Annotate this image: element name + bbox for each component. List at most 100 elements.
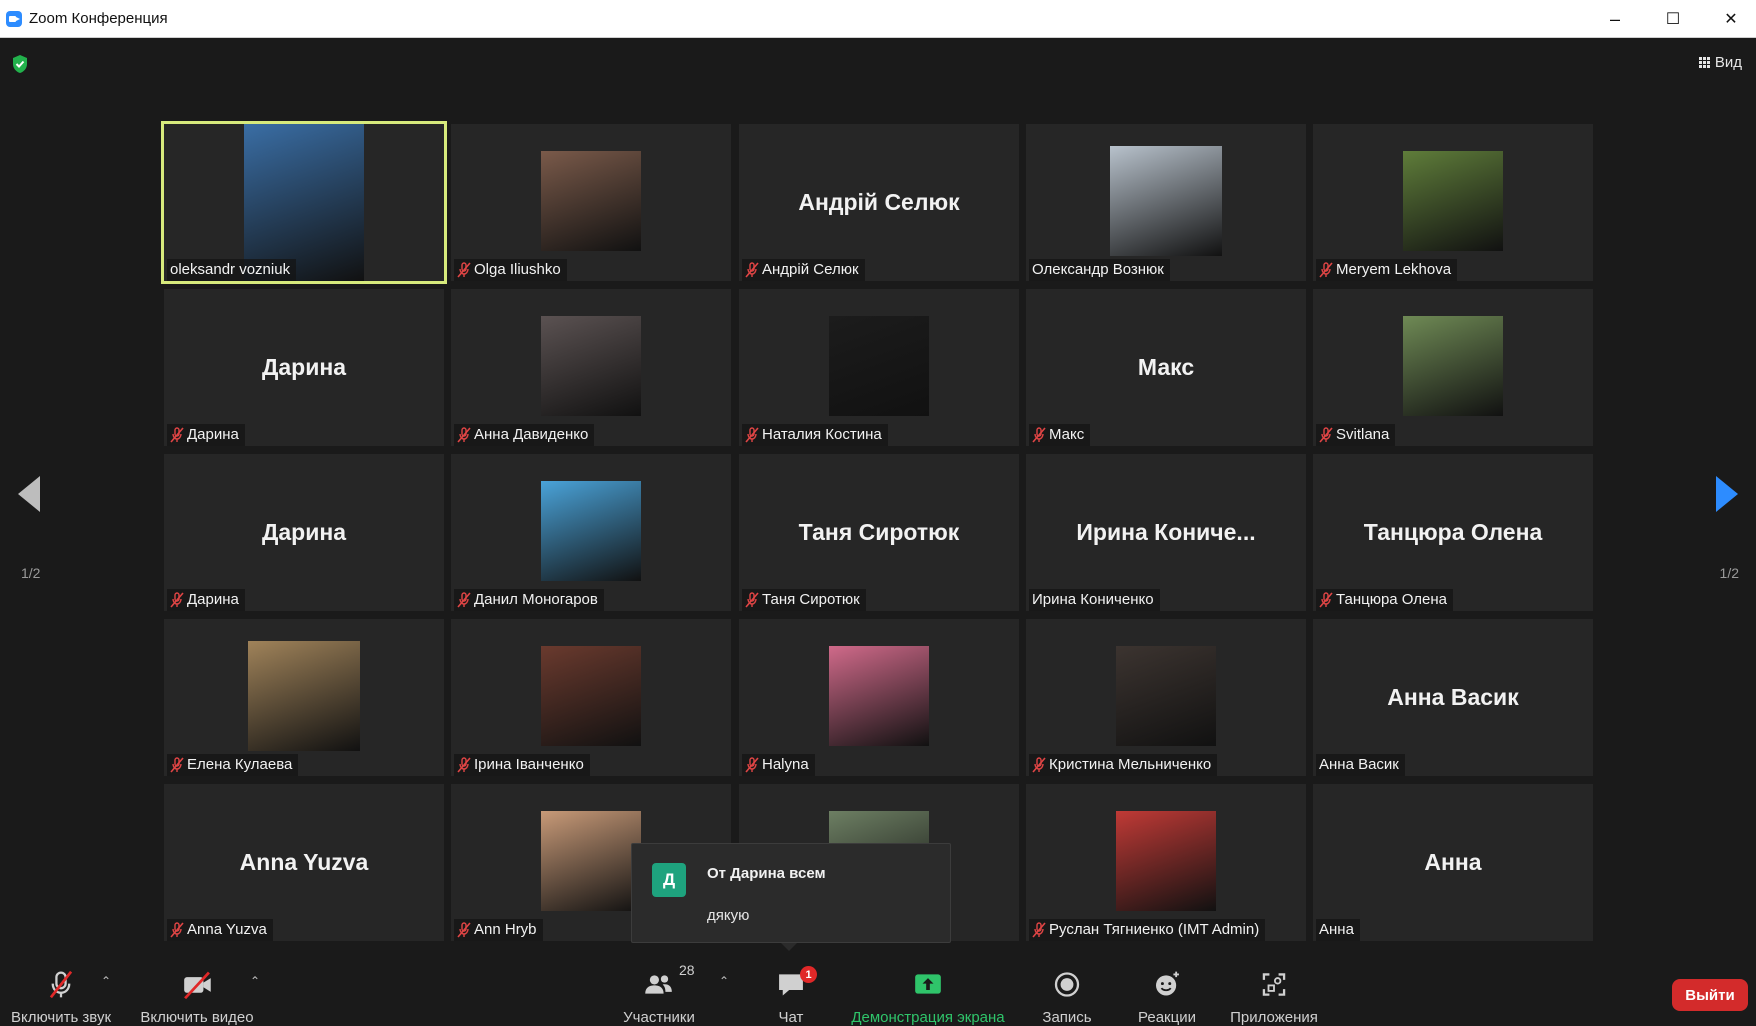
video-options-caret-icon[interactable]: ⌃ bbox=[250, 974, 260, 988]
participant-tile[interactable]: Дарина Дарина bbox=[164, 289, 444, 446]
participant-display-name: Дарина bbox=[261, 519, 347, 545]
participant-name: Андрій Селюк bbox=[762, 261, 859, 278]
participant-tile[interactable]: Svitlana bbox=[1313, 289, 1593, 446]
participant-tile[interactable]: Meryem Lekhova bbox=[1313, 124, 1593, 281]
participant-photo bbox=[541, 811, 641, 911]
participant-name: Кристина Мельниченко bbox=[1049, 756, 1212, 773]
participant-name-label: Ирина Кониченко bbox=[1029, 589, 1160, 611]
participants-caret-icon[interactable]: ⌃ bbox=[719, 974, 729, 988]
muted-mic-icon bbox=[457, 922, 471, 938]
muted-mic-icon bbox=[457, 757, 471, 773]
participant-name: Елена Кулаева bbox=[187, 756, 293, 773]
participant-photo bbox=[1110, 146, 1222, 256]
participant-name: Meryem Lekhova bbox=[1336, 261, 1452, 278]
muted-mic-icon bbox=[1319, 592, 1333, 608]
participant-photo bbox=[829, 646, 929, 746]
page-indicator-right: 1/2 bbox=[1719, 565, 1739, 581]
muted-mic-icon bbox=[1032, 922, 1046, 938]
record-label: Запись bbox=[1042, 1009, 1092, 1026]
close-button[interactable]: ✕ bbox=[1702, 0, 1756, 38]
participant-name: oleksandr vozniuk bbox=[170, 261, 291, 278]
participant-tile[interactable]: Елена Кулаева bbox=[164, 619, 444, 776]
maximize-button[interactable]: ☐ bbox=[1644, 0, 1702, 38]
participant-name: Anna Yuzva bbox=[187, 921, 267, 938]
participant-tile[interactable]: Дарина Дарина bbox=[164, 454, 444, 611]
participant-tile[interactable]: Olga Iliushko bbox=[451, 124, 731, 281]
audio-options-caret-icon[interactable]: ⌃ bbox=[101, 974, 111, 988]
next-page-arrow-icon[interactable] bbox=[1716, 476, 1738, 512]
security-shield-icon[interactable] bbox=[11, 54, 29, 74]
participant-tile[interactable]: Макс Макс bbox=[1026, 289, 1306, 446]
participant-name-label: Дарина bbox=[167, 589, 245, 611]
participant-photo bbox=[541, 316, 641, 416]
muted-mic-icon bbox=[457, 262, 471, 278]
share-screen-button[interactable]: Демонстрация экрана bbox=[848, 956, 1008, 1026]
participant-name-label: Ірина Іванченко bbox=[454, 754, 590, 776]
previous-page-arrow-icon[interactable] bbox=[18, 476, 40, 512]
participant-name-label: Данил Моногаров bbox=[454, 589, 604, 611]
window-title: Zoom Конференция bbox=[29, 10, 168, 27]
participant-tile[interactable]: Данил Моногаров bbox=[451, 454, 731, 611]
participants-button[interactable]: 28 Участники bbox=[619, 956, 699, 1026]
participant-photo bbox=[244, 124, 364, 281]
participant-name-label: Танцюра Олена bbox=[1316, 589, 1454, 611]
participant-name: Олександр Вознюк bbox=[1032, 261, 1164, 278]
participant-tile[interactable]: Ірина Іванченко bbox=[451, 619, 731, 776]
muted-mic-icon bbox=[170, 592, 184, 608]
participant-name-label: Meryem Lekhova bbox=[1316, 259, 1458, 281]
participant-name: Svitlana bbox=[1336, 426, 1390, 443]
participant-name: Olga Iliushko bbox=[474, 261, 561, 278]
participant-display-name: Анна Васик bbox=[1387, 684, 1519, 710]
participant-name: Ірина Іванченко bbox=[474, 756, 584, 773]
muted-mic-icon bbox=[1032, 427, 1046, 443]
sender-avatar: Д bbox=[652, 863, 686, 897]
video-off-icon bbox=[184, 971, 211, 1000]
zoom-app-icon bbox=[6, 11, 22, 27]
participant-tile[interactable]: Олександр Вознюк bbox=[1026, 124, 1306, 281]
leave-meeting-button[interactable]: Выйти bbox=[1672, 979, 1748, 1011]
muted-mic-icon bbox=[457, 592, 471, 608]
participant-tile[interactable]: Таня Сиротюк Таня Сиротюк bbox=[739, 454, 1019, 611]
view-button[interactable]: Вид bbox=[1693, 50, 1748, 75]
participant-name: Наталия Костина bbox=[762, 426, 882, 443]
participant-name-label: Руслан Тягниенко (IMT Admin) bbox=[1029, 919, 1266, 941]
participant-name: Ann Hryb bbox=[474, 921, 537, 938]
participant-photo bbox=[541, 151, 641, 251]
chat-notification[interactable]: Д От Дарина всем дякую bbox=[631, 843, 951, 943]
participant-tile[interactable]: Руслан Тягниенко (IMT Admin) bbox=[1026, 784, 1306, 941]
chat-notification-tail bbox=[781, 943, 797, 951]
meeting-toolbar: Включить звук ⌃ Включить видео ⌃ 28 Учас… bbox=[0, 956, 1756, 1026]
participant-tile[interactable]: Halyna bbox=[739, 619, 1019, 776]
participant-tile[interactable]: oleksandr vozniuk bbox=[161, 121, 447, 284]
unmute-label: Включить звук bbox=[10, 1009, 112, 1026]
participant-name-label: Halyna bbox=[742, 754, 815, 776]
participant-tile[interactable]: Ирина Кониче... Ирина Кониченко bbox=[1026, 454, 1306, 611]
participant-name-label: oleksandr vozniuk bbox=[167, 259, 297, 281]
minimize-button[interactable]: – bbox=[1586, 0, 1644, 38]
participant-name-label: Макс bbox=[1029, 424, 1091, 446]
apps-button[interactable]: Приложения bbox=[1224, 956, 1324, 1026]
participant-name: Halyna bbox=[762, 756, 809, 773]
unmute-button[interactable]: Включить звук bbox=[6, 956, 116, 1026]
participant-tile[interactable]: Кристина Мельниченко bbox=[1026, 619, 1306, 776]
reactions-label: Реакции bbox=[1138, 1009, 1196, 1026]
reactions-button[interactable]: Реакции bbox=[1132, 956, 1202, 1026]
chat-button[interactable]: 1 Чат bbox=[761, 956, 821, 1026]
start-video-button[interactable]: Включить видео bbox=[136, 956, 258, 1026]
start-video-label: Включить видео bbox=[140, 1009, 254, 1026]
record-button[interactable]: Запись bbox=[1032, 956, 1102, 1026]
chat-sender: От Дарина всем bbox=[707, 865, 826, 882]
participant-name-label: Кристина Мельниченко bbox=[1029, 754, 1218, 776]
participant-tile[interactable]: Анна Васик Анна Васик bbox=[1313, 619, 1593, 776]
muted-mic-icon bbox=[1319, 427, 1333, 443]
participant-tile[interactable]: Андрій Селюк Андрій Селюк bbox=[739, 124, 1019, 281]
share-screen-label: Демонстрация экрана bbox=[851, 1009, 1005, 1026]
participant-tile[interactable]: Anna Yuzva Anna Yuzva bbox=[164, 784, 444, 941]
participant-photo bbox=[1403, 316, 1503, 416]
participant-tile[interactable]: Анна Анна bbox=[1313, 784, 1593, 941]
participant-tile[interactable]: Наталия Костина bbox=[739, 289, 1019, 446]
participant-tile[interactable]: Танцюра Олена Танцюра Олена bbox=[1313, 454, 1593, 611]
participant-tile[interactable]: Анна Давиденко bbox=[451, 289, 731, 446]
participant-name-label: Anna Yuzva bbox=[167, 919, 273, 941]
participant-name-label: Елена Кулаева bbox=[167, 754, 299, 776]
